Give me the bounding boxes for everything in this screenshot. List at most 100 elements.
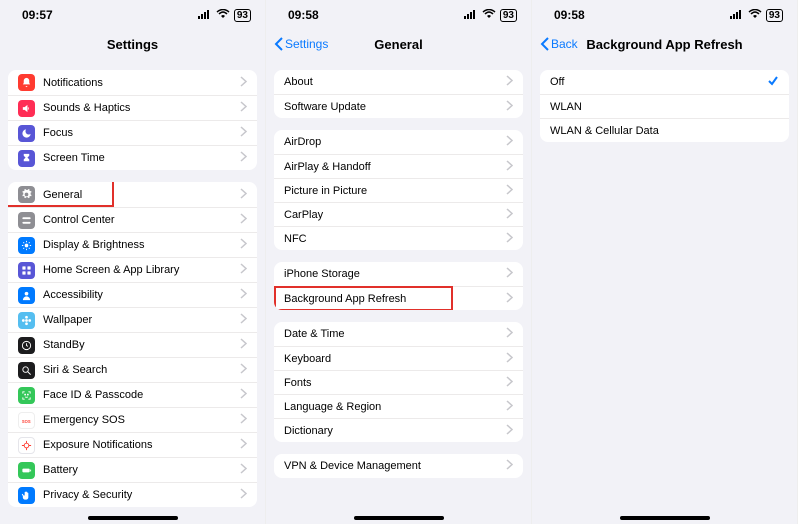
chevron-right-icon <box>506 267 513 281</box>
row-label: CarPlay <box>284 209 506 221</box>
row-label: WLAN & Cellular Data <box>550 125 779 137</box>
signal-icon <box>198 8 212 22</box>
row-label: Date & Time <box>284 328 506 340</box>
settings-row[interactable]: Language & Region <box>274 394 523 418</box>
settings-group: NotificationsSounds & Haptics Focus Screen… <box>8 70 257 170</box>
row-label: Fonts <box>284 377 506 389</box>
settings-row[interactable]: AirPlay & Handoff <box>274 154 523 178</box>
settings-row[interactable]: AirDrop <box>274 130 523 154</box>
chevron-right-icon <box>506 75 513 89</box>
nav-bar: Settings General <box>266 30 531 58</box>
row-label: VPN & Device Management <box>284 460 506 472</box>
row-label: AirPlay & Handoff <box>284 161 506 173</box>
back-button[interactable]: Settings <box>274 30 328 58</box>
row-label: Privacy & Security <box>43 489 240 501</box>
chevron-right-icon <box>240 438 247 452</box>
wifi-icon <box>482 8 496 22</box>
settings-row[interactable]: Accessibility <box>8 282 257 307</box>
scroll-area[interactable]: About Software Update AirDrop AirPlay & Ha… <box>266 58 531 524</box>
settings-row[interactable]: StandBy <box>8 332 257 357</box>
scroll-area[interactable]: NotificationsSounds & Haptics Focus Screen… <box>0 58 265 524</box>
settings-row[interactable]: General <box>8 182 257 207</box>
settings-row[interactable]: Focus <box>8 120 257 145</box>
hand-icon <box>18 487 35 504</box>
settings-group: iPhone StorageBackground App Refresh <box>274 262 523 310</box>
settings-row[interactable]: Sounds & Haptics <box>8 95 257 120</box>
home-indicator[interactable] <box>88 516 178 520</box>
row-label: Emergency SOS <box>43 414 240 426</box>
settings-row[interactable]: Picture in Picture <box>274 178 523 202</box>
grid-icon <box>18 262 35 279</box>
row-label: General <box>43 189 240 201</box>
settings-row[interactable]: Software Update <box>274 94 523 118</box>
battery-indicator: 93 <box>234 9 251 22</box>
signal-icon <box>464 8 478 22</box>
status-time: 09:58 <box>554 8 585 22</box>
settings-row[interactable]: iPhone Storage <box>274 262 523 286</box>
settings-row[interactable]: Date & Time <box>274 322 523 346</box>
settings-row[interactable]: Siri & Search <box>8 357 257 382</box>
settings-row[interactable]: WLAN & Cellular Data <box>540 118 789 142</box>
settings-row[interactable]: About <box>274 70 523 94</box>
nav-bar: Settings <box>0 30 265 58</box>
settings-row[interactable]: VPN & Device Management <box>274 454 523 478</box>
chevron-right-icon <box>240 151 247 165</box>
status-right: 93 <box>464 8 517 22</box>
settings-row[interactable]: Notifications <box>8 70 257 95</box>
sun-icon <box>18 237 35 254</box>
settings-row[interactable]: Wallpaper <box>8 307 257 332</box>
settings-row[interactable]: Face ID & Passcode <box>8 382 257 407</box>
chevron-right-icon <box>506 100 513 114</box>
row-label: Exposure Notifications <box>43 439 240 451</box>
chevron-right-icon <box>240 188 247 202</box>
chevron-right-icon <box>506 184 513 198</box>
settings-row[interactable]: Exposure Notifications <box>8 432 257 457</box>
phone-settings: 09:57 93 Settings NotificationsSounds & … <box>0 0 266 524</box>
chevron-right-icon <box>506 208 513 222</box>
settings-group: Date & Time Keyboard Fonts Language & Regio… <box>274 322 523 442</box>
switches-icon <box>18 212 35 229</box>
chevron-right-icon <box>240 463 247 477</box>
settings-row[interactable]: CarPlay <box>274 202 523 226</box>
settings-row[interactable]: Fonts <box>274 370 523 394</box>
row-label: Picture in Picture <box>284 185 506 197</box>
settings-row[interactable]: NFC <box>274 226 523 250</box>
back-button[interactable]: Back <box>540 30 578 58</box>
settings-row[interactable]: Keyboard <box>274 346 523 370</box>
settings-row[interactable]: Dictionary <box>274 418 523 442</box>
row-label: Home Screen & App Library <box>43 264 240 276</box>
settings-row[interactable]: Off <box>540 70 789 94</box>
row-label: Keyboard <box>284 353 506 365</box>
chevron-right-icon <box>506 232 513 246</box>
row-label: Focus <box>43 127 240 139</box>
settings-row[interactable]: WLAN <box>540 94 789 118</box>
row-label: Dictionary <box>284 425 506 437</box>
phone-general: 09:58 93 Settings General AboutSoftware … <box>266 0 532 524</box>
chevron-right-icon <box>240 388 247 402</box>
settings-row[interactable]: SOSEmergency SOS <box>8 407 257 432</box>
row-label: Face ID & Passcode <box>43 389 240 401</box>
settings-row[interactable]: Display & Brightness <box>8 232 257 257</box>
status-time: 09:57 <box>22 8 53 22</box>
home-indicator[interactable] <box>620 516 710 520</box>
row-label: StandBy <box>43 339 240 351</box>
chevron-right-icon <box>506 459 513 473</box>
nav-bar: Back Background App Refresh <box>532 30 797 58</box>
settings-row[interactable]: Privacy & Security <box>8 482 257 507</box>
home-indicator[interactable] <box>354 516 444 520</box>
page-title: Settings <box>107 37 158 52</box>
row-label: Software Update <box>284 101 506 113</box>
chevron-right-icon <box>240 313 247 327</box>
status-right: 93 <box>198 8 251 22</box>
row-label: AirDrop <box>284 136 506 148</box>
settings-row[interactable]: Background App Refresh <box>274 286 523 310</box>
chevron-right-icon <box>240 338 247 352</box>
row-label: NFC <box>284 233 506 245</box>
settings-row[interactable]: Battery <box>8 457 257 482</box>
settings-row[interactable]: Screen Time <box>8 145 257 170</box>
settings-row[interactable]: Control Center <box>8 207 257 232</box>
settings-row[interactable]: Home Screen & App Library <box>8 257 257 282</box>
chevron-right-icon <box>240 413 247 427</box>
scroll-area[interactable]: OffWLAN WLAN & Cellular Data <box>532 58 797 524</box>
faceid-icon <box>18 387 35 404</box>
